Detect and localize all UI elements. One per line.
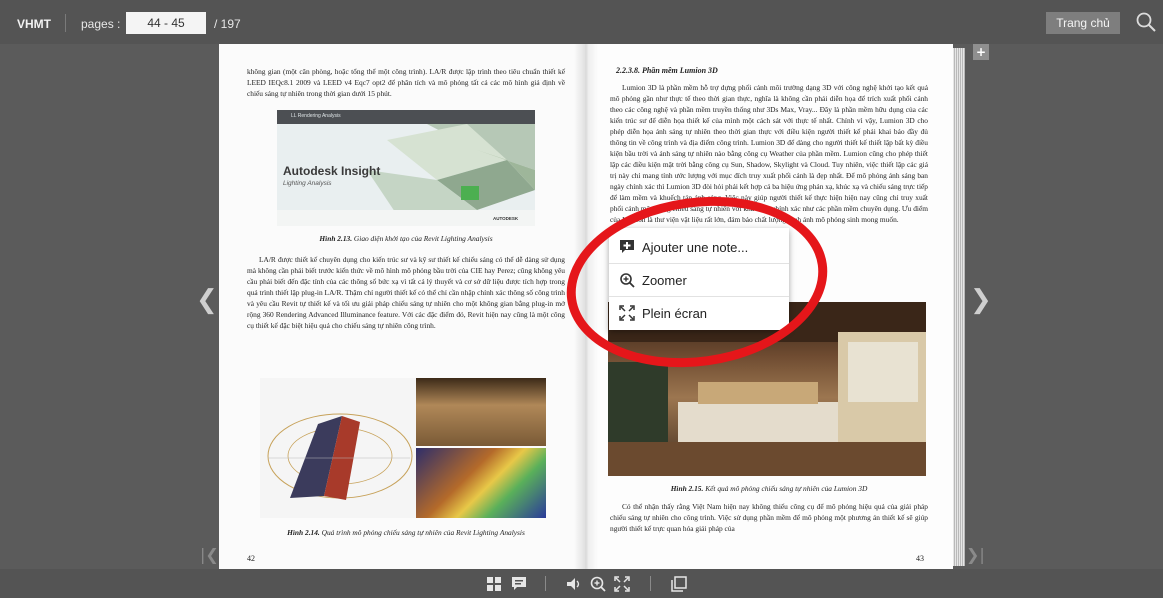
autodesk-insight-subtitle: Lighting Analysis bbox=[283, 180, 332, 187]
pages-label: pages : bbox=[81, 17, 121, 31]
left-page-number: 42 bbox=[247, 554, 255, 563]
thumbnails-icon[interactable] bbox=[485, 575, 503, 593]
sound-icon[interactable] bbox=[565, 575, 583, 593]
zoom-icon[interactable] bbox=[589, 575, 607, 593]
autodesk-insight-title: Autodesk Insight bbox=[283, 164, 381, 178]
print-icon[interactable] bbox=[670, 575, 688, 593]
page-range-input[interactable]: 44 - 45 bbox=[126, 12, 206, 34]
home-button[interactable]: Trang chủ bbox=[1046, 12, 1120, 34]
section-heading: 2.2.3.8. Phần mềm Lumion 3D bbox=[616, 66, 718, 75]
figure-revit-interior bbox=[416, 378, 546, 446]
figure-213-caption: Hình 2.13. Giao diện khởi tạo của Revit … bbox=[247, 234, 565, 243]
fullscreen-icon[interactable] bbox=[613, 575, 631, 593]
toolbar-divider bbox=[65, 14, 66, 32]
figure-214-caption: Hình 2.14. Quá trình mô phỏng chiếu sáng… bbox=[247, 528, 565, 537]
search-icon[interactable] bbox=[1134, 10, 1158, 34]
brand-label: VHMT bbox=[17, 17, 51, 31]
figure-213-label: Hình 2.13. bbox=[319, 234, 353, 243]
top-toolbar: VHMT pages : 44 - 45 / 197 Trang chủ bbox=[0, 0, 1163, 44]
notes-icon[interactable] bbox=[510, 575, 528, 593]
page-total: / 197 bbox=[214, 17, 241, 31]
page-stack-edge bbox=[953, 48, 965, 566]
figure-215-caption: Hình 2.15. Kết quả mô phỏng chiếu sáng t… bbox=[610, 484, 928, 493]
last-page-icon[interactable]: ❯| bbox=[966, 545, 985, 564]
figure-214-label: Hình 2.14. bbox=[287, 528, 320, 537]
figure-215-label: Hình 2.15. bbox=[670, 484, 704, 493]
figure-revit-illuminance bbox=[416, 448, 546, 518]
figure-215-text: Kết quả mô phỏng chiếu sáng tự nhiên của… bbox=[705, 484, 868, 493]
right-page-number: 43 bbox=[916, 554, 924, 563]
add-note-tab-icon[interactable]: + bbox=[973, 44, 989, 60]
autodesk-logo: AUTODESK bbox=[493, 216, 519, 221]
toolbar-separator bbox=[545, 576, 546, 591]
bottom-toolbar bbox=[0, 569, 1163, 598]
left-intro-text: không gian (một căn phòng, hoặc tổng thể… bbox=[247, 67, 565, 98]
video-title: LL Rendering Analysis bbox=[291, 113, 341, 119]
figure-214-text: Quá trình mô phỏng chiếu sáng tự nhiên c… bbox=[321, 528, 525, 537]
figure-autodesk-insight: LL Rendering Analysis Autodesk Insight L… bbox=[277, 110, 535, 226]
toolbar-separator bbox=[650, 576, 651, 591]
next-page-icon[interactable]: ❯ bbox=[970, 285, 992, 315]
first-page-icon[interactable]: |❮ bbox=[200, 545, 219, 564]
prev-page-icon[interactable]: ❮ bbox=[196, 285, 218, 315]
right-closing-text: Có thể nhận thấy rằng Việt Nam hiện nay … bbox=[610, 502, 928, 533]
left-body-text: LA/R được thiết kế chuyên dụng cho kiến … bbox=[247, 255, 565, 330]
figure-213-text: Giao diện khởi tạo của Revit Lighting An… bbox=[353, 234, 493, 243]
left-page[interactable]: không gian (một căn phòng, hoặc tổng thể… bbox=[219, 44, 586, 569]
figure-revit-plan bbox=[260, 378, 416, 518]
